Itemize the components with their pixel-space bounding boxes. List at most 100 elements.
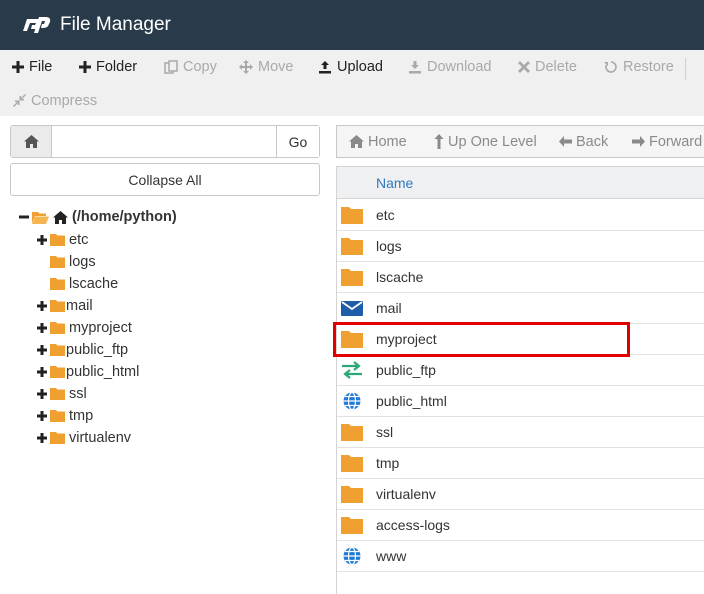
- app-header: File Manager: [0, 0, 704, 50]
- name-column-header[interactable]: Name: [376, 167, 413, 199]
- download-icon: [409, 60, 421, 73]
- file-list-table: Name etc logs lscache mail myproject pub…: [336, 166, 704, 594]
- file-name: virtualenv: [376, 486, 436, 502]
- folder-icon: [50, 322, 65, 334]
- collapse-all-button[interactable]: Collapse All: [10, 163, 320, 196]
- upload-button[interactable]: Upload: [318, 50, 383, 83]
- tree-item-lscache[interactable]: lscache: [50, 273, 118, 295]
- tree-item-label: mail: [66, 298, 93, 314]
- move-icon: [239, 59, 253, 74]
- globe-icon: [343, 392, 361, 410]
- move-button[interactable]: Move: [239, 50, 293, 83]
- file-name: etc: [376, 207, 395, 223]
- tree-item-virtualenv[interactable]: virtualenv: [37, 427, 131, 449]
- file-row-lscache[interactable]: lscache: [337, 262, 704, 293]
- folder-icon: [50, 432, 65, 444]
- forward-button[interactable]: Forward: [632, 126, 702, 157]
- tree-item-mail[interactable]: mail: [37, 295, 93, 317]
- copy-icon: [164, 59, 178, 74]
- expand-icon[interactable]: [37, 235, 47, 245]
- nav-home-button[interactable]: Home: [349, 126, 407, 157]
- tree-item-public-ftp[interactable]: public_ftp: [37, 339, 128, 361]
- delete-label: Delete: [535, 58, 577, 75]
- folder-icon: [50, 278, 65, 290]
- back-button[interactable]: Back: [559, 126, 608, 157]
- home-icon: [23, 135, 39, 148]
- new-file-button[interactable]: File: [12, 50, 52, 83]
- file-row-tmp[interactable]: tmp: [337, 448, 704, 479]
- folder-icon: [341, 486, 363, 503]
- plus-icon: [12, 60, 24, 73]
- file-name: public_html: [376, 393, 447, 409]
- file-name: tmp: [376, 455, 400, 471]
- compress-button[interactable]: Compress: [13, 84, 97, 117]
- back-label: Back: [576, 133, 609, 150]
- file-row-mail[interactable]: mail: [337, 293, 704, 324]
- file-name: mail: [376, 300, 402, 316]
- home-icon: [53, 210, 68, 224]
- folder-icon: [50, 256, 65, 268]
- new-folder-button[interactable]: Folder: [79, 50, 137, 83]
- upload-label: Upload: [337, 58, 383, 75]
- toolbar: File Folder Copy Move Upload Download De…: [0, 50, 704, 116]
- tree-item-label: public_html: [66, 364, 140, 380]
- delete-button[interactable]: Delete: [518, 50, 577, 83]
- file-row-public-ftp[interactable]: public_ftp: [337, 355, 704, 386]
- tree-item-label: lscache: [69, 276, 119, 292]
- expand-icon[interactable]: [37, 301, 47, 311]
- new-file-label: File: [29, 58, 53, 75]
- restore-button[interactable]: Restore: [604, 50, 674, 83]
- file-row-www[interactable]: www: [337, 541, 704, 572]
- copy-button[interactable]: Copy: [164, 50, 217, 83]
- folder-open-icon: [32, 211, 49, 224]
- tree-item-myproject[interactable]: myproject: [37, 317, 132, 339]
- forward-label: Forward: [649, 133, 703, 150]
- expand-icon[interactable]: [37, 345, 47, 355]
- folder-icon: [341, 424, 363, 441]
- expand-icon[interactable]: [37, 367, 47, 377]
- move-label: Move: [258, 58, 294, 75]
- cpanel-logo-icon[interactable]: [20, 13, 52, 37]
- highlight-box: [333, 322, 630, 357]
- expand-icon[interactable]: [37, 389, 47, 399]
- arrow-left-icon: [559, 136, 572, 147]
- collapse-icon[interactable]: [19, 212, 29, 222]
- folder-icon: [50, 366, 65, 378]
- download-button[interactable]: Download: [408, 50, 492, 83]
- expand-icon[interactable]: [37, 323, 47, 333]
- tree-root-node[interactable]: (/home/python): [19, 206, 177, 228]
- expand-icon[interactable]: [37, 433, 47, 443]
- go-button[interactable]: Go: [276, 126, 319, 157]
- path-input[interactable]: [53, 126, 276, 157]
- file-row-logs[interactable]: logs: [337, 231, 704, 262]
- delete-icon: [518, 60, 530, 73]
- restore-label: Restore: [623, 58, 674, 75]
- tree-item-logs[interactable]: logs: [50, 251, 96, 273]
- file-name: public_ftp: [376, 362, 436, 378]
- file-row-public-html[interactable]: public_html: [337, 386, 704, 417]
- tree-item-etc[interactable]: etc: [37, 229, 88, 251]
- expand-icon[interactable]: [37, 411, 47, 421]
- folder-icon: [50, 300, 65, 312]
- file-row-virtualenv[interactable]: virtualenv: [337, 479, 704, 510]
- file-row-etc[interactable]: etc: [337, 200, 704, 231]
- tree-item-tmp[interactable]: tmp: [37, 405, 93, 427]
- arrow-right-icon: [632, 136, 645, 147]
- up-one-level-button[interactable]: Up One Level: [434, 126, 537, 157]
- file-row-access-logs[interactable]: access-logs: [337, 510, 704, 541]
- nav-home-label: Home: [368, 133, 407, 150]
- arrow-up-icon: [434, 134, 444, 149]
- home-icon: [349, 135, 364, 148]
- tree-item-public-html[interactable]: public_html: [37, 361, 139, 383]
- home-directory-button[interactable]: [11, 126, 52, 157]
- file-row-ssl[interactable]: ssl: [337, 417, 704, 448]
- folder-icon: [50, 234, 65, 246]
- file-name: www: [376, 548, 407, 564]
- upload-icon: [319, 60, 331, 73]
- new-folder-label: Folder: [96, 58, 138, 75]
- tree-item-label: etc: [69, 232, 89, 248]
- compress-label: Compress: [31, 92, 98, 109]
- tree-item-ssl[interactable]: ssl: [37, 383, 87, 405]
- table-header: Name: [337, 167, 704, 199]
- folder-icon: [50, 344, 65, 356]
